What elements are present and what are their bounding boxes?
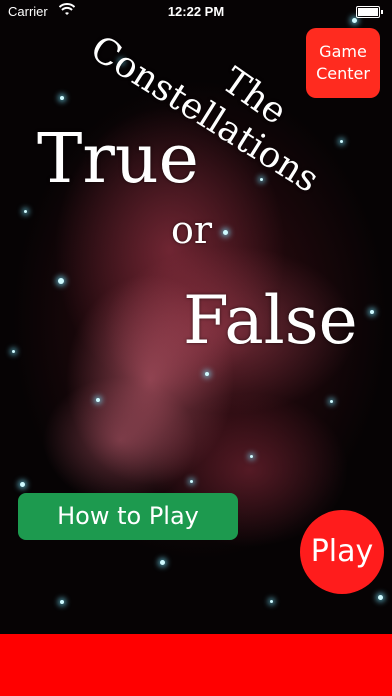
star [60,96,64,100]
status-time: 12:22 PM [167,4,225,19]
star [378,595,383,600]
bottom-banner [0,634,392,696]
star [370,310,374,314]
title-or: or [171,208,213,252]
title-true: True [37,120,199,199]
star [160,560,165,565]
star [340,140,343,143]
title-false: False [183,282,358,359]
status-bar: Carrier 12:22 PM [0,0,392,22]
star [24,210,27,213]
star [250,455,253,458]
how-to-play-button[interactable]: How to Play [18,493,238,540]
star [260,178,263,181]
star [223,230,228,235]
star [190,480,193,483]
star [330,400,333,403]
star [58,278,64,284]
game-center-button[interactable]: Game Center [306,28,380,98]
star [60,600,64,604]
star [270,600,273,603]
star [96,398,100,402]
star [12,350,15,353]
play-button[interactable]: Play [300,510,384,594]
star [205,372,209,376]
battery-icon [356,6,383,18]
star [20,482,25,487]
